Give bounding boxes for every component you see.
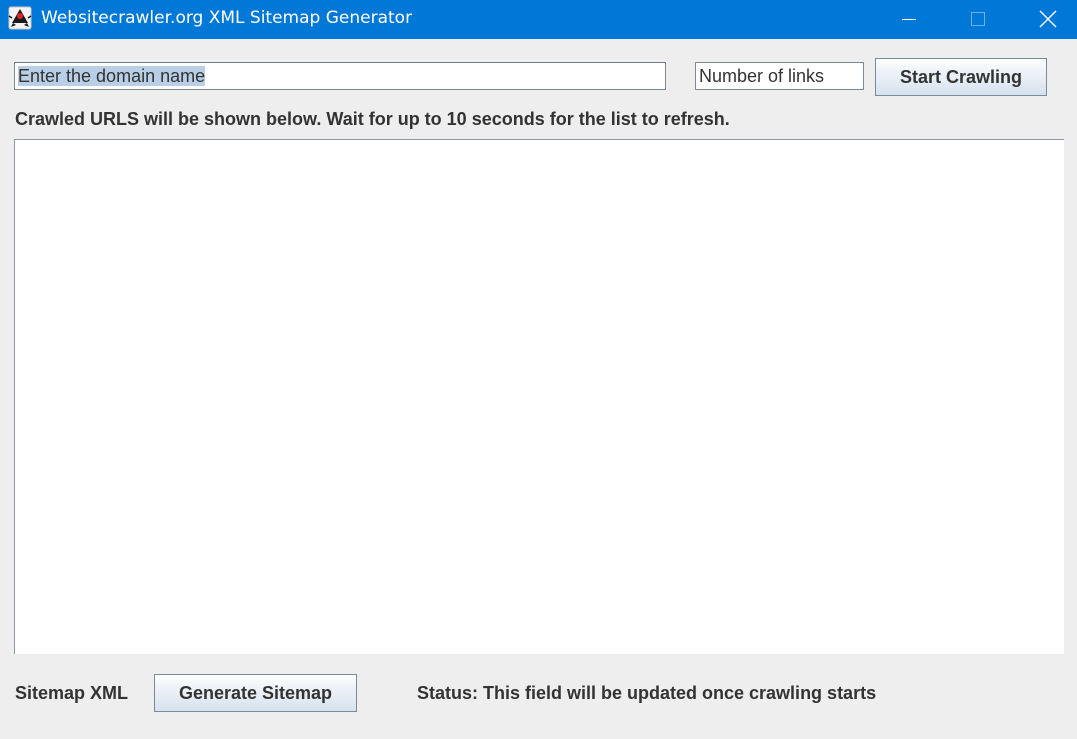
title-bar[interactable]: Websitecrawler.org XML Sitemap Generator xyxy=(0,0,1077,39)
java-duke-icon xyxy=(8,6,32,30)
status-label: Status: This field will be updated once … xyxy=(417,683,877,703)
domain-name-value: Enter the domain name xyxy=(18,66,206,86)
number-of-links-input[interactable]: Number of links xyxy=(695,62,864,90)
app-window: Websitecrawler.org XML Sitemap Generator… xyxy=(0,0,1077,739)
close-icon[interactable] xyxy=(1018,0,1077,37)
number-of-links-value: Number of links xyxy=(699,66,825,86)
start-crawling-button[interactable]: Start Crawling xyxy=(875,58,1047,96)
start-crawling-label: Start Crawling xyxy=(899,66,1023,87)
instructions-label: Crawled URLS will be shown below. Wait f… xyxy=(15,109,730,129)
crawled-urls-list[interactable] xyxy=(14,139,1064,654)
domain-name-input[interactable]: Enter the domain name xyxy=(14,62,666,90)
sitemap-xml-label: Sitemap XML xyxy=(15,683,129,703)
generate-sitemap-label: Generate Sitemap xyxy=(178,682,333,703)
generate-sitemap-button[interactable]: Generate Sitemap xyxy=(154,674,357,712)
maximize-icon[interactable] xyxy=(948,0,1008,37)
minimize-icon[interactable] xyxy=(879,0,939,37)
window-title: Websitecrawler.org XML Sitemap Generator xyxy=(41,8,413,28)
